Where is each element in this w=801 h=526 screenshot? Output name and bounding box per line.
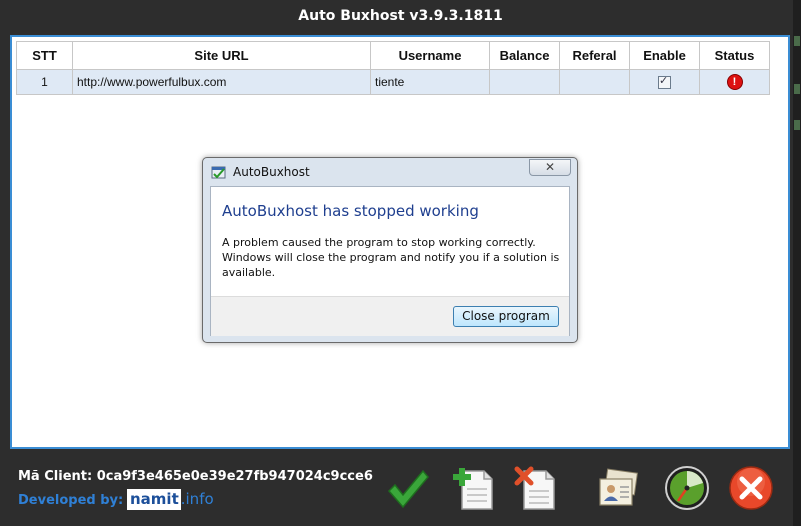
dialog-body: AutoBuxhost has stopped working A proble… xyxy=(210,186,570,336)
add-document-icon[interactable] xyxy=(452,465,498,511)
right-edge-strip xyxy=(793,0,801,526)
column-header-username[interactable]: Username xyxy=(370,41,490,70)
dialog-message: A problem caused the program to stop wor… xyxy=(222,236,560,279)
column-header-stt[interactable]: STT xyxy=(16,41,73,70)
app-window-icon xyxy=(211,166,226,179)
strip-marker xyxy=(794,36,800,46)
column-header-balance[interactable]: Balance xyxy=(489,41,560,70)
checkmark-icon[interactable] xyxy=(385,465,431,511)
column-header-status[interactable]: Status xyxy=(699,41,770,70)
dialog-footer: Close program xyxy=(211,296,569,336)
column-header-site-url[interactable]: Site URL xyxy=(72,41,371,70)
brand-part-2: .info xyxy=(180,490,214,508)
contacts-icon[interactable] xyxy=(596,465,642,511)
cell-balance xyxy=(489,69,560,95)
window-title: Auto Buxhost v3.9.3.1811 xyxy=(298,8,503,24)
sites-grid-panel: STT Site URL Username Balance Referal En… xyxy=(10,35,790,449)
dialog-title: AutoBuxhost xyxy=(233,165,310,179)
close-circle-icon[interactable] xyxy=(728,465,774,511)
cell-referal xyxy=(559,69,630,95)
cell-stt: 1 xyxy=(16,69,73,95)
cell-site-url: http://www.powerfulbux.com xyxy=(72,69,371,95)
brand-logo[interactable]: namit .info xyxy=(127,489,214,510)
client-id-label: Mã Client: 0ca9f3e465e0e39e27fb947024c9c… xyxy=(18,469,373,484)
delete-document-icon[interactable] xyxy=(514,465,560,511)
error-status-icon: ! xyxy=(726,74,743,90)
brand-part-1: namit xyxy=(127,489,181,510)
dialog-titlebar: AutoBuxhost ✕ xyxy=(203,158,577,186)
dialog-heading: AutoBuxhost has stopped working xyxy=(222,202,479,220)
strip-marker xyxy=(794,120,800,130)
crash-dialog: AutoBuxhost ✕ AutoBuxhost has stopped wo… xyxy=(202,157,578,343)
cell-status: ! xyxy=(699,69,770,95)
table-row[interactable]: 1 http://www.powerfulbux.com tiente ! xyxy=(16,69,770,95)
cell-enable xyxy=(629,69,700,95)
enable-checkbox[interactable] xyxy=(658,74,671,90)
clock-icon[interactable] xyxy=(664,465,710,511)
app-window: Auto Buxhost v3.9.3.1811 STT Site URL Us… xyxy=(0,0,801,526)
column-header-referal[interactable]: Referal xyxy=(559,41,630,70)
cell-username: tiente xyxy=(370,69,490,95)
dialog-close-button[interactable]: ✕ xyxy=(529,159,571,176)
developed-by-label: Developed by: xyxy=(18,493,124,508)
column-header-enable[interactable]: Enable xyxy=(629,41,700,70)
sites-table: STT Site URL Username Balance Referal En… xyxy=(16,41,770,95)
table-header-row: STT Site URL Username Balance Referal En… xyxy=(16,41,770,70)
strip-marker xyxy=(794,84,800,94)
close-program-button[interactable]: Close program xyxy=(453,306,559,327)
